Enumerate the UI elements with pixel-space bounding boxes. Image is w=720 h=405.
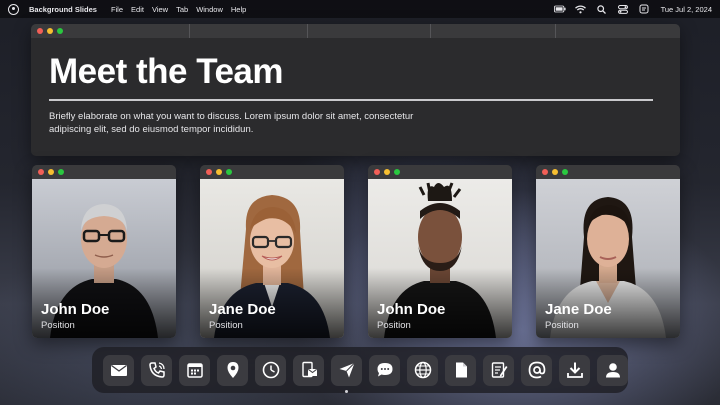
user-icon[interactable]	[597, 354, 628, 386]
dock	[92, 347, 628, 393]
page-description: Briefly elaborate on what you want to di…	[49, 110, 414, 135]
member-name: John Doe	[377, 301, 446, 318]
maximize-button[interactable]	[562, 169, 568, 175]
menu-help[interactable]: Help	[231, 5, 246, 14]
card-titlebar[interactable]	[32, 165, 176, 179]
app-name-menu[interactable]: Background Slides	[29, 5, 97, 14]
globe-icon[interactable]	[407, 354, 438, 386]
menu-edit[interactable]: Edit	[131, 5, 144, 14]
tab-divider	[555, 24, 556, 38]
minimize-button[interactable]	[384, 169, 390, 175]
calendar-icon[interactable]	[179, 354, 210, 386]
member-name: Jane Doe	[545, 301, 612, 318]
control-center-icon[interactable]	[617, 4, 629, 14]
active-indicator	[345, 389, 348, 393]
file-icon[interactable]	[445, 354, 476, 386]
maximize-button[interactable]	[394, 169, 400, 175]
page-title: Meet the Team	[49, 52, 284, 91]
document-mail-icon[interactable]	[293, 354, 324, 386]
member-position: Position	[377, 320, 411, 331]
close-button[interactable]	[542, 169, 548, 175]
maximize-button[interactable]	[226, 169, 232, 175]
header-window: Meet the Team Briefly elaborate on what …	[31, 24, 680, 156]
wifi-icon[interactable]	[575, 4, 587, 14]
at-sign-icon[interactable]	[521, 354, 552, 386]
minimize-button[interactable]	[48, 169, 54, 175]
minimize-button[interactable]	[552, 169, 558, 175]
team-card[interactable]: John Doe Position	[368, 165, 512, 338]
menubar-clock[interactable]: Tue Jul 2, 2024	[661, 5, 712, 14]
maximize-button[interactable]	[58, 169, 64, 175]
member-name: Jane Doe	[209, 301, 276, 318]
siri-icon[interactable]	[638, 4, 650, 14]
tab-divider	[189, 24, 190, 38]
mail-icon[interactable]	[103, 354, 134, 386]
note-icon[interactable]	[483, 354, 514, 386]
tab-divider	[307, 24, 308, 38]
menu-bar: Background Slides File Edit View Tab Win…	[0, 0, 720, 18]
team-card[interactable]: Jane Doe Position	[536, 165, 680, 338]
member-name: John Doe	[41, 301, 110, 318]
member-position: Position	[545, 320, 579, 331]
chat-icon[interactable]	[369, 354, 400, 386]
menu-window[interactable]: Window	[196, 5, 223, 14]
search-icon[interactable]	[596, 4, 608, 14]
tab-divider	[430, 24, 431, 38]
status-area: Tue Jul 2, 2024	[553, 4, 712, 14]
send-icon[interactable]	[331, 354, 362, 393]
close-button[interactable]	[374, 169, 380, 175]
phone-icon[interactable]	[141, 354, 172, 386]
title-divider	[49, 99, 653, 101]
clock-icon[interactable]	[255, 354, 286, 386]
apple-logo-icon[interactable]	[8, 3, 19, 15]
battery-icon[interactable]	[553, 4, 566, 14]
card-titlebar[interactable]	[536, 165, 680, 179]
member-position: Position	[41, 320, 75, 331]
team-card[interactable]: John Doe Position	[32, 165, 176, 338]
download-icon[interactable]	[559, 354, 590, 386]
team-card[interactable]: Jane Doe Position	[200, 165, 344, 338]
member-position: Position	[209, 320, 243, 331]
minimize-button[interactable]	[47, 28, 53, 34]
menu-view[interactable]: View	[152, 5, 168, 14]
header-content: Meet the Team Briefly elaborate on what …	[31, 38, 680, 136]
card-titlebar[interactable]	[200, 165, 344, 179]
maximize-button[interactable]	[57, 28, 63, 34]
menu-file[interactable]: File	[111, 5, 123, 14]
menu-tab[interactable]: Tab	[176, 5, 188, 14]
location-pin-icon[interactable]	[217, 354, 248, 386]
close-button[interactable]	[206, 169, 212, 175]
close-button[interactable]	[38, 169, 44, 175]
close-button[interactable]	[37, 28, 43, 34]
minimize-button[interactable]	[216, 169, 222, 175]
card-titlebar[interactable]	[368, 165, 512, 179]
header-window-titlebar[interactable]	[31, 24, 680, 38]
